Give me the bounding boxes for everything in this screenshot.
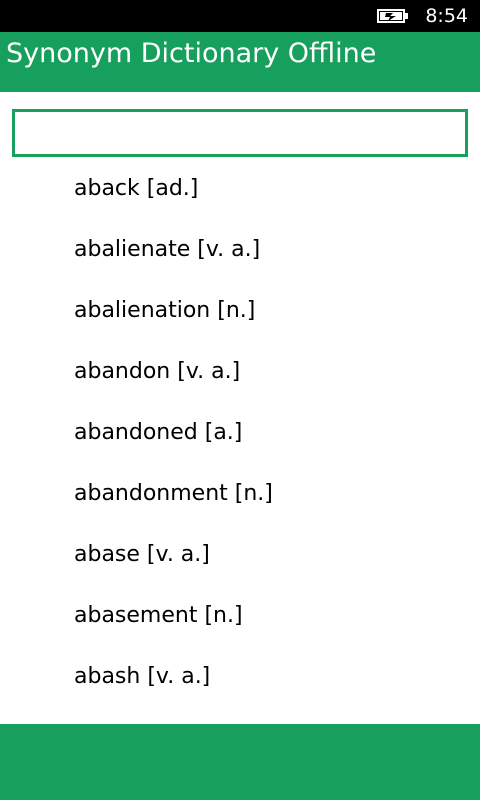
- status-bar: 8:54: [0, 0, 480, 32]
- status-clock: 8:54: [425, 5, 468, 27]
- list-item[interactable]: aback [ad.]: [0, 158, 480, 219]
- search-input[interactable]: [12, 109, 468, 157]
- app-header: Synonym Dictionary Offline: [0, 32, 480, 92]
- battery-charging-icon: [377, 9, 408, 23]
- list-item[interactable]: abandonment [n.]: [0, 463, 480, 524]
- list-item[interactable]: abandoned [a.]: [0, 402, 480, 463]
- word-list: aback [ad.] abalienate [v. a.] abalienatio…: [0, 158, 480, 724]
- list-item[interactable]: abasement [n.]: [0, 585, 480, 646]
- list-item[interactable]: abase [v. a.]: [0, 524, 480, 585]
- list-item[interactable]: abalienation [n.]: [0, 280, 480, 341]
- list-item[interactable]: abalienate [v. a.]: [0, 219, 480, 280]
- app-bar: [0, 724, 480, 800]
- list-item[interactable]: abandon [v. a.]: [0, 341, 480, 402]
- app-title: Synonym Dictionary Offline: [6, 38, 377, 69]
- list-item[interactable]: abash [v. a.]: [0, 646, 480, 707]
